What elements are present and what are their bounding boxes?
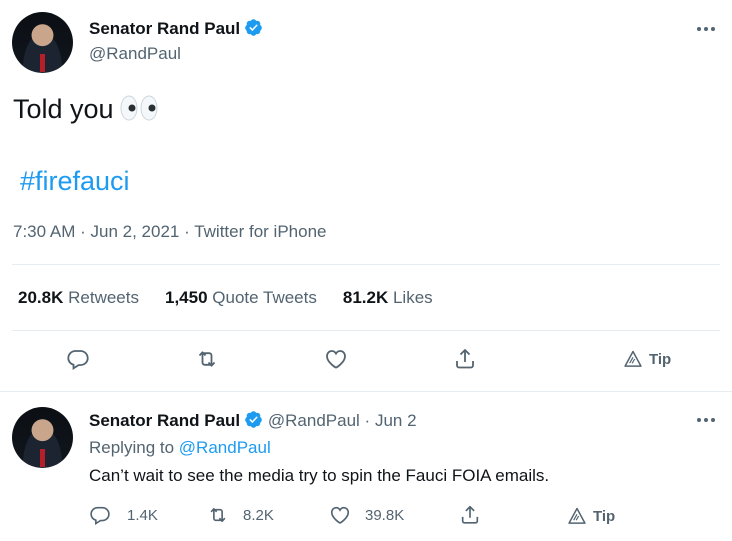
- hashtag-link[interactable]: #firefauci: [20, 166, 130, 197]
- likes-count: 81.2K: [342, 288, 389, 307]
- retweet-button[interactable]: [195, 347, 219, 371]
- quotes-label: Quote Tweets: [212, 288, 317, 307]
- reply-header: Senator Rand Paul @RandPaul · Jun 2: [89, 410, 417, 431]
- tip-icon: [568, 507, 586, 524]
- tweet-source[interactable]: Twitter for iPhone: [194, 222, 326, 241]
- tip-button[interactable]: Tip: [623, 349, 671, 369]
- tweet-text: Told you: [13, 94, 158, 125]
- share-button[interactable]: [459, 504, 481, 526]
- reply-button[interactable]: 1.4K: [89, 504, 158, 526]
- verified-badge-icon: [245, 411, 262, 428]
- tweet-time[interactable]: 7:30 AM: [13, 222, 75, 241]
- like-icon: [326, 350, 346, 369]
- tweet-date[interactable]: Jun 2, 2021: [91, 222, 180, 241]
- retweets-label: Retweets: [68, 288, 139, 307]
- author-handle[interactable]: @RandPaul: [89, 44, 181, 64]
- like-button[interactable]: [324, 347, 348, 371]
- share-icon: [456, 349, 474, 369]
- reply-date[interactable]: Jun 2: [375, 411, 417, 430]
- divider: [12, 264, 720, 265]
- reply-icon: [90, 506, 110, 526]
- like-button[interactable]: 39.8K: [329, 504, 404, 526]
- more-icon[interactable]: [696, 413, 718, 427]
- replying-to: Replying to @RandPaul: [89, 438, 271, 458]
- tip-label: Tip: [649, 350, 672, 368]
- like-icon: [330, 506, 350, 524]
- main-tweet: Senator Rand Paul @RandPaul Told you #fi…: [0, 0, 732, 392]
- share-button[interactable]: [453, 347, 477, 371]
- retweet-button[interactable]: 8.2K: [207, 504, 274, 526]
- tip-label: Tip: [593, 507, 616, 525]
- replying-prefix: Replying to: [89, 438, 175, 457]
- replying-to-link[interactable]: @RandPaul: [179, 438, 271, 457]
- quote-tweets-stat[interactable]: 1,450 Quote Tweets: [165, 288, 317, 308]
- meta-separator: ·: [364, 411, 371, 430]
- verified-badge-icon: [245, 19, 262, 36]
- reply-count: 1.4K: [127, 506, 158, 524]
- tip-icon: [624, 350, 642, 367]
- quotes-count: 1,450: [164, 288, 208, 307]
- retweet-icon: [210, 508, 226, 522]
- reply-icon: [67, 350, 89, 370]
- engagement-stats: 20.8K Retweets 1,450 Quote Tweets 81.2K …: [18, 288, 433, 308]
- author-name[interactable]: Senator Rand Paul: [89, 411, 240, 430]
- likes-stat[interactable]: 81.2K Likes: [343, 288, 433, 308]
- author-handle[interactable]: @RandPaul: [268, 411, 360, 430]
- retweets-count: 20.8K: [18, 288, 64, 307]
- reply-text: Can’t wait to see the media try to spin …: [89, 466, 550, 485]
- avatar[interactable]: [12, 12, 73, 73]
- share-icon: [461, 505, 479, 524]
- tip-button[interactable]: Tip: [567, 506, 615, 526]
- reply-button[interactable]: [66, 347, 90, 371]
- tweet-text-body: Told you: [13, 94, 114, 124]
- tweet-meta: 7:30 AM · Jun 2, 2021 · Twitter for iPho…: [13, 222, 326, 242]
- retweet-icon: [198, 351, 216, 367]
- author-name-row[interactable]: Senator Rand Paul: [89, 18, 263, 39]
- likes-label: Likes: [392, 288, 433, 307]
- like-count: 39.8K: [365, 506, 405, 524]
- avatar[interactable]: [12, 407, 73, 468]
- meta-separator: ·: [80, 222, 86, 241]
- divider: [0, 391, 732, 392]
- meta-separator: ·: [184, 222, 190, 241]
- eyes-emoji-icon: [120, 95, 158, 121]
- author-name[interactable]: Senator Rand Paul: [89, 19, 240, 38]
- more-icon[interactable]: [696, 22, 718, 36]
- retweets-stat[interactable]: 20.8K Retweets: [18, 288, 139, 308]
- retweet-count: 8.2K: [243, 506, 274, 524]
- divider: [12, 330, 720, 331]
